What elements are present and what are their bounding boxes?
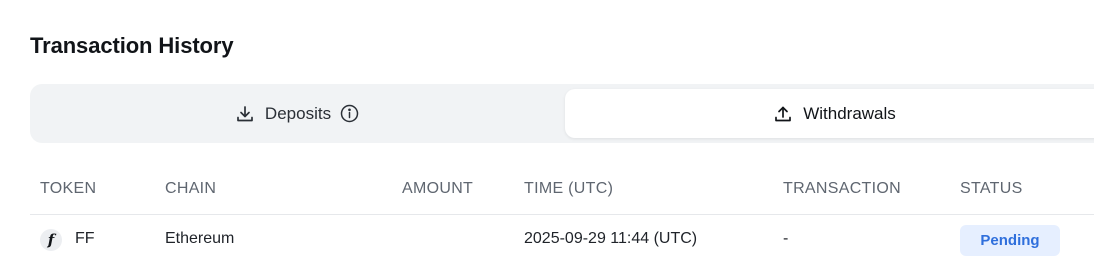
tab-withdrawals[interactable]: Withdrawals (565, 89, 1094, 138)
tab-deposits-label: Deposits (264, 103, 332, 123)
column-header-chain: CHAIN (165, 180, 217, 197)
chain-name: Ethereum (165, 230, 235, 247)
page-title: Transaction History (30, 33, 234, 58)
transaction-value: - (783, 230, 789, 247)
tab-deposits[interactable]: Deposits (30, 89, 565, 138)
table-row[interactable]: f FF Ethereum 2025-09-29 11:44 (UTC) - P… (30, 215, 1094, 263)
column-header-transaction: TRANSACTION (783, 180, 901, 197)
token-logo-icon: f (40, 229, 62, 251)
download-icon (236, 105, 254, 123)
column-header-token: TOKEN (40, 180, 97, 197)
status-badge: Pending (960, 225, 1060, 256)
info-icon[interactable] (340, 104, 359, 123)
column-header-amount: AMOUNT (402, 180, 474, 197)
column-header-status: STATUS (960, 180, 1023, 197)
upload-icon (774, 105, 792, 123)
time-value: 2025-09-29 11:44 (UTC) (524, 230, 698, 247)
table-header: TOKEN CHAIN AMOUNT TIME (UTC) TRANSACTIO… (30, 165, 1094, 215)
tab-withdrawals-label: Withdrawals (803, 103, 896, 123)
tab-bar: Deposits Withdrawals (30, 84, 1094, 143)
token-symbol: FF (75, 230, 95, 247)
column-header-time: TIME (UTC) (524, 180, 614, 197)
